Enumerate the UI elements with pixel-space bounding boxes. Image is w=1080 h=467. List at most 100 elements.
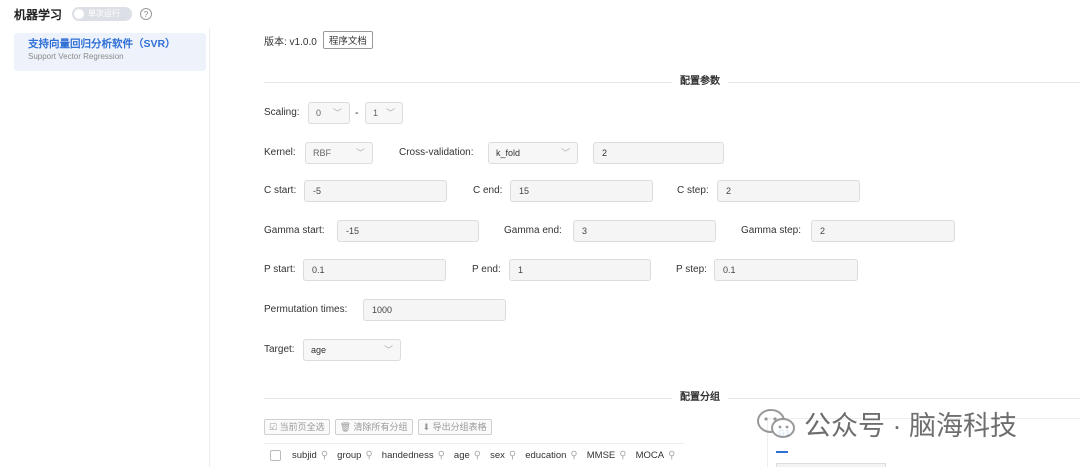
p-step-label: P step: bbox=[676, 264, 707, 275]
chevron-down-icon: ﹀ bbox=[383, 345, 393, 355]
column-handedness[interactable]: handedness ⚲ bbox=[382, 450, 445, 461]
chevron-down-icon: ﹀ bbox=[385, 108, 395, 118]
scaling-min-select[interactable]: 0 ﹀ bbox=[308, 102, 350, 124]
target-row: Target: age ﹀ bbox=[264, 339, 564, 361]
export-groups-button[interactable]: ⬇ 导出分组表格 bbox=[417, 419, 492, 435]
column-label: handedness bbox=[381, 450, 434, 461]
permutation-input[interactable]: 1000 bbox=[363, 299, 506, 321]
sidebar: 支持向量回归分析软件（SVR） Support Vector Regressio… bbox=[0, 28, 210, 467]
search-icon[interactable]: ⚲ bbox=[668, 450, 675, 461]
c-end-label: C end: bbox=[473, 185, 503, 196]
single-run-toggle[interactable]: 单次运行 bbox=[72, 7, 133, 21]
doc-button[interactable]: 程序文档 bbox=[322, 31, 373, 49]
scaling-separator: - bbox=[355, 107, 359, 119]
scaling-row: Scaling: 0 ﹀ - 1 ﹀ bbox=[264, 102, 1080, 124]
clear-groups-button[interactable]: 🗑 清除所有分组 bbox=[334, 419, 413, 435]
search-icon[interactable]: ⚲ bbox=[438, 450, 445, 461]
column-moca[interactable]: MOCA ⚲ bbox=[636, 450, 676, 461]
cv-folds-input[interactable]: 2 bbox=[593, 142, 724, 164]
chevron-down-icon: ﹀ bbox=[332, 108, 342, 118]
search-icon[interactable]: ⚲ bbox=[365, 450, 372, 461]
search-icon[interactable]: ⚲ bbox=[570, 450, 577, 461]
cv-select[interactable]: k_fold ﹀ bbox=[488, 142, 578, 164]
cv-label: Cross-validation: bbox=[399, 147, 474, 158]
section-title-params: 配置参数 bbox=[672, 75, 728, 89]
gamma-step-label: Gamma step: bbox=[741, 225, 802, 236]
group-tab-underline bbox=[776, 451, 788, 453]
chevron-down-icon: ﹀ bbox=[560, 148, 570, 158]
p-start-label: P start: bbox=[264, 264, 296, 275]
c-step-label: C step: bbox=[677, 185, 709, 196]
scaling-max-select[interactable]: 1 ﹀ bbox=[365, 102, 403, 124]
kernel-label: Kernel: bbox=[264, 147, 296, 158]
select-all-checkbox[interactable] bbox=[270, 450, 281, 461]
c-start-input[interactable]: -5 bbox=[304, 180, 447, 202]
select-page-button[interactable]: ☑ 当前页全选 bbox=[264, 419, 330, 435]
column-age[interactable]: age ⚲ bbox=[454, 450, 481, 461]
group-toolbar: ☑ 当前页全选 🗑 清除所有分组 ⬇ 导出分组表格 bbox=[264, 419, 497, 435]
select-page-label: 当前页全选 bbox=[279, 422, 325, 432]
c-start-label: C start: bbox=[264, 185, 297, 196]
gamma-end-input[interactable]: 3 bbox=[573, 220, 716, 242]
kernel-row: Kernel: RBF ﹀ Cross-validation: k_fold ﹀… bbox=[264, 142, 1080, 164]
column-label: age bbox=[453, 450, 470, 461]
gamma-start-input[interactable]: -15 bbox=[337, 220, 479, 242]
kernel-select[interactable]: RBF ﹀ bbox=[305, 142, 373, 164]
permutation-row: Permutation times: 1000 bbox=[264, 299, 664, 321]
export-groups-label: 导出分组表格 bbox=[432, 422, 487, 432]
p-end-label: P end: bbox=[472, 264, 501, 275]
gamma-step-input[interactable]: 2 bbox=[811, 220, 955, 242]
scaling-max-value: 1 bbox=[373, 108, 379, 118]
c-step-input[interactable]: 2 bbox=[717, 180, 860, 202]
toggle-label: 单次运行 bbox=[88, 9, 121, 18]
toggle-knob bbox=[74, 9, 85, 19]
target-select[interactable]: age ﹀ bbox=[303, 339, 401, 361]
search-icon[interactable]: ⚲ bbox=[619, 450, 626, 461]
top-bar: 机器学习 单次运行 ? bbox=[14, 6, 153, 22]
column-mmse[interactable]: MMSE ⚲ bbox=[587, 450, 627, 461]
version-label: 版本: v1.0.0 bbox=[264, 36, 317, 48]
p-step-input[interactable]: 0.1 bbox=[714, 259, 858, 281]
column-label: group bbox=[337, 450, 362, 461]
watermark: 公众号 · 脑海科技 bbox=[756, 404, 1017, 443]
target-value: age bbox=[311, 345, 327, 355]
column-label: sex bbox=[490, 450, 505, 461]
sidebar-item-svr[interactable]: 支持向量回归分析软件（SVR） Support Vector Regressio… bbox=[14, 33, 206, 71]
wechat-icon bbox=[757, 408, 795, 438]
c-end-input[interactable]: 15 bbox=[510, 180, 653, 202]
column-education[interactable]: education ⚲ bbox=[525, 450, 578, 461]
sidebar-item-subtitle: Support Vector Regression bbox=[28, 52, 124, 61]
cv-value: k_fold bbox=[496, 148, 521, 158]
gamma-end-label: Gamma end: bbox=[504, 225, 562, 236]
p-end-input[interactable]: 1 bbox=[509, 259, 651, 281]
version-row: 版本: v1.0.0 程序文档 bbox=[264, 31, 373, 49]
main-panel: 版本: v1.0.0 程序文档 配置参数 Scaling: 0 ﹀ - 1 ﹀ … bbox=[264, 0, 1080, 467]
column-label: subjid bbox=[292, 450, 317, 461]
section-title-groups: 配置分组 bbox=[672, 391, 728, 405]
search-icon[interactable]: ⚲ bbox=[474, 450, 481, 461]
gamma-row: Gamma start: -15 Gamma end: 3 Gamma step… bbox=[264, 220, 1080, 242]
kernel-value: RBF bbox=[313, 148, 331, 158]
search-icon[interactable]: ⚲ bbox=[321, 450, 328, 461]
group-action-button[interactable] bbox=[776, 463, 886, 467]
sidebar-item-title: 支持向量回归分析软件（SVR） bbox=[28, 38, 176, 50]
search-icon[interactable]: ⚲ bbox=[509, 450, 516, 461]
column-sex[interactable]: sex ⚲ bbox=[490, 450, 516, 461]
p-row: P start: 0.1 P end: 1 P step: 0.1 bbox=[264, 259, 1080, 281]
section-divider-groups: 配置分组 bbox=[264, 391, 1080, 405]
help-icon[interactable]: ? bbox=[140, 8, 153, 20]
section-divider-params: 配置参数 bbox=[264, 75, 1080, 89]
scaling-min-value: 0 bbox=[316, 108, 322, 118]
chevron-down-icon: ﹀ bbox=[355, 148, 365, 158]
column-label: MMSE bbox=[586, 450, 616, 461]
column-subjid[interactable]: subjid ⚲ bbox=[292, 450, 328, 461]
table-header: subjid ⚲ group ⚲ handedness ⚲ age ⚲ sex ⚲ edu… bbox=[264, 443, 685, 467]
clear-groups-label: 清除所有分组 bbox=[353, 422, 408, 432]
scaling-label: Scaling: bbox=[264, 107, 300, 118]
p-start-input[interactable]: 0.1 bbox=[303, 259, 446, 281]
watermark-text: 公众号 · 脑海科技 bbox=[804, 411, 1017, 441]
column-group[interactable]: group ⚲ bbox=[337, 450, 373, 461]
c-row: C start: -5 C end: 15 C step: 2 bbox=[264, 180, 1080, 202]
column-label: education bbox=[525, 450, 567, 461]
column-label: MOCA bbox=[635, 450, 665, 461]
